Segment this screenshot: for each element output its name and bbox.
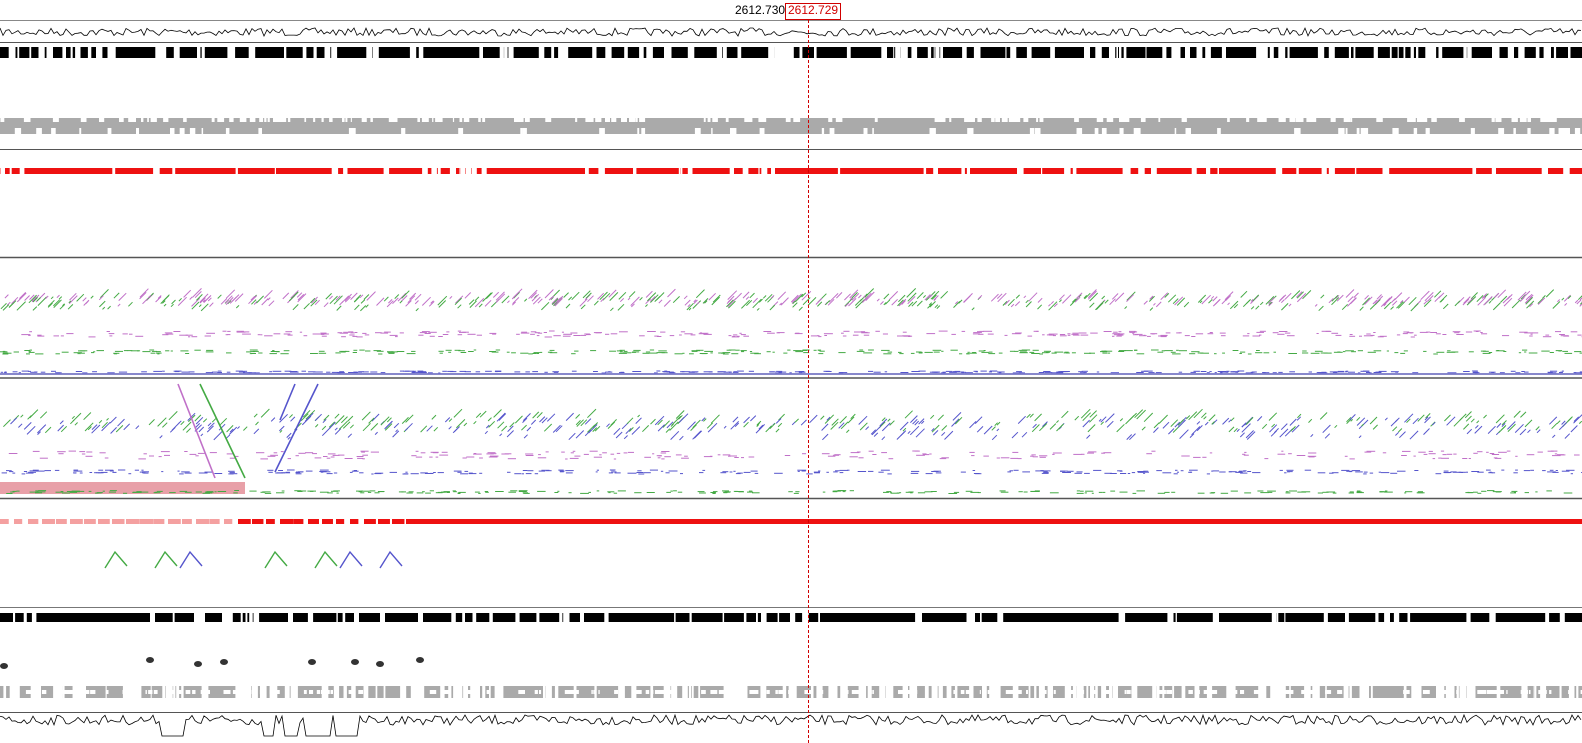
black-feature-band-bottom <box>0 607 1582 622</box>
small-dot-features <box>0 657 424 669</box>
graph-track-top <box>0 27 1582 43</box>
hits-track-reverse <box>0 383 1582 500</box>
red-feature-band-bottom <box>0 519 1582 524</box>
gray-feature-band-top <box>0 118 1582 150</box>
red-feature-band-top <box>0 168 1582 259</box>
graph-track-bottom <box>0 712 1582 737</box>
hits-track-forward <box>0 288 1582 379</box>
tracks-canvas[interactable] <box>0 0 1582 743</box>
gray-feature-band-bottom <box>0 686 1582 698</box>
black-feature-band-top <box>0 47 1582 58</box>
wedge-features <box>104 550 403 569</box>
